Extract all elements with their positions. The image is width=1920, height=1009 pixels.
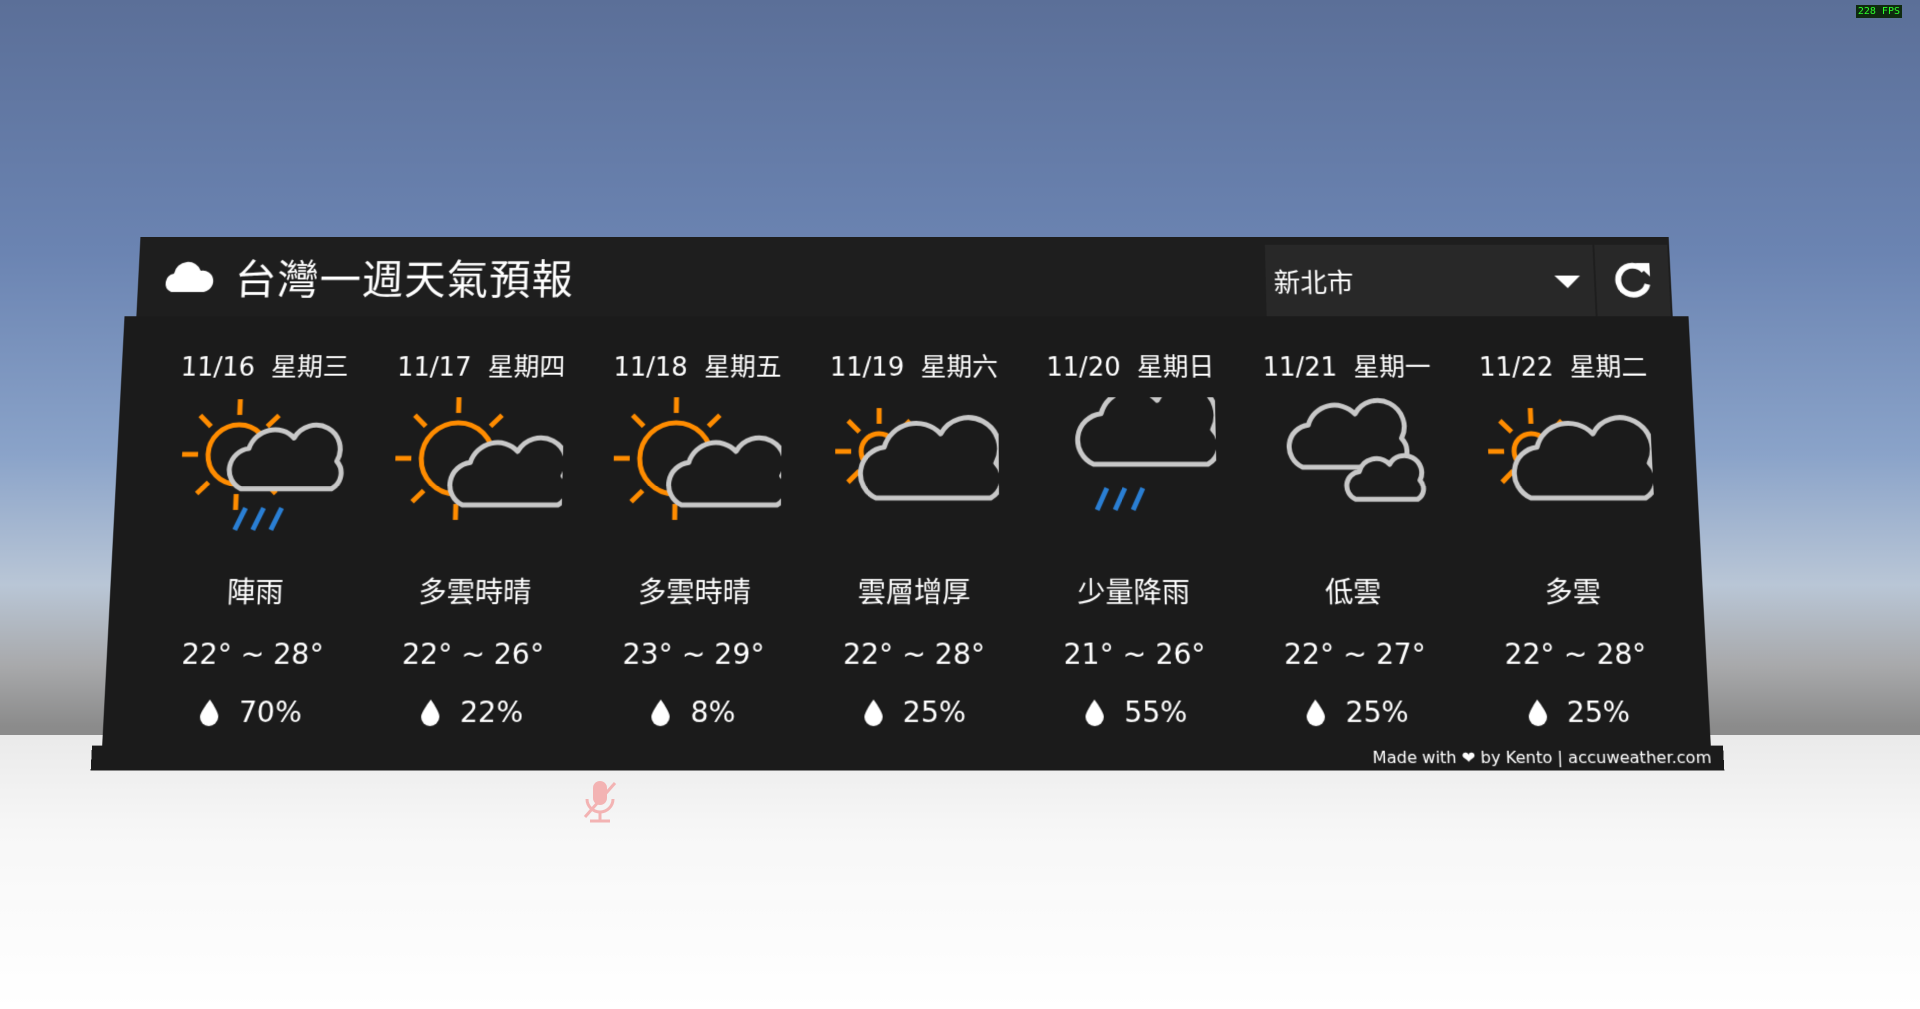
forecast-date: 11/22 星期二 bbox=[1478, 347, 1648, 383]
forecast-condition: 陣雨 bbox=[226, 571, 284, 611]
raindrop-icon bbox=[419, 698, 442, 727]
forecast-rain-chance: 70% bbox=[197, 695, 302, 729]
raindrop-icon bbox=[1083, 698, 1106, 727]
refresh-button[interactable] bbox=[1594, 245, 1670, 316]
rain-percent: 25% bbox=[903, 695, 966, 729]
rain-percent: 8% bbox=[690, 695, 735, 729]
cloudy-icon bbox=[1263, 397, 1438, 561]
rain-percent: 55% bbox=[1124, 695, 1188, 729]
forecast-day: 11/22 星期二 多雲 22° ~ 28° 25% bbox=[1453, 316, 1690, 745]
forecast-day: 11/16 星期三 陣雨 22° ~ 28° 70% bbox=[138, 316, 375, 745]
weather-widget: 台灣一週天氣預報 新北市 11/16 星期三 陣雨 22° ~ 28° 70% … bbox=[91, 237, 1725, 770]
partly-sunny-icon bbox=[609, 397, 781, 561]
forecast-condition: 多雲時晴 bbox=[638, 571, 751, 611]
rain-percent: 25% bbox=[1566, 695, 1631, 729]
forecast-condition: 多雲時晴 bbox=[418, 571, 532, 611]
fps-counter: 228 FPS bbox=[1856, 5, 1902, 18]
raindrop-icon bbox=[1305, 698, 1328, 727]
forecast-day: 11/17 星期四 多雲時晴 22° ~ 26° 22% bbox=[360, 316, 591, 745]
forecast-panel: 11/16 星期三 陣雨 22° ~ 28° 70% 11/17 星期四 多雲時… bbox=[102, 316, 1711, 745]
widget-header: 台灣一週天氣預報 新北市 bbox=[136, 237, 1672, 316]
mostly-cloudy-sun-icon bbox=[829, 397, 1000, 561]
mostly-cloudy-sun-icon bbox=[1480, 397, 1657, 561]
raindrop-icon bbox=[862, 698, 884, 727]
mic-muted-icon bbox=[580, 777, 620, 827]
forecast-day: 11/21 星期一 低雲 22° ~ 27° 25% bbox=[1237, 316, 1468, 745]
cloud-rain-icon bbox=[1046, 397, 1218, 561]
forecast-day: 11/18 星期五 多雲時晴 23° ~ 29° 8% bbox=[581, 316, 806, 745]
raindrop-icon bbox=[1526, 698, 1549, 727]
chevron-down-icon[interactable] bbox=[1554, 276, 1580, 289]
forecast-rain-chance: 55% bbox=[1083, 695, 1187, 729]
cloud-icon bbox=[157, 248, 219, 306]
forecast-day: 11/19 星期六 雲層增厚 22° ~ 28° 25% bbox=[803, 316, 1025, 745]
raindrop-icon bbox=[650, 698, 673, 727]
forecast-temperature: 22° ~ 28° bbox=[1504, 637, 1647, 670]
forecast-date: 11/16 星期三 bbox=[180, 347, 350, 383]
forecast-day: 11/20 星期日 少量降雨 21° ~ 26° 55% bbox=[1022, 316, 1247, 745]
forecast-rain-chance: 22% bbox=[419, 695, 524, 729]
rain-percent: 22% bbox=[460, 695, 524, 729]
credits-footer: Made with ❤ by Kento | accuweather.com bbox=[91, 746, 1725, 771]
forecast-rain-chance: 8% bbox=[650, 695, 736, 729]
rain-percent: 25% bbox=[1345, 695, 1409, 729]
forecast-temperature: 22° ~ 28° bbox=[843, 637, 985, 670]
forecast-date: 11/17 星期四 bbox=[397, 347, 566, 383]
raindrop-icon bbox=[198, 698, 222, 727]
forecast-date: 11/21 星期一 bbox=[1262, 347, 1431, 383]
rain-percent: 70% bbox=[238, 695, 302, 729]
forecast-temperature: 22° ~ 28° bbox=[181, 637, 324, 670]
refresh-icon bbox=[1610, 259, 1655, 302]
sun-cloud-rain-icon bbox=[171, 397, 348, 561]
ground-plane bbox=[0, 735, 1920, 1009]
forecast-rain-chance: 25% bbox=[862, 695, 966, 729]
forecast-rain-chance: 25% bbox=[1304, 695, 1409, 729]
city-select[interactable]: 新北市 bbox=[1265, 245, 1596, 316]
forecast-date: 11/20 星期日 bbox=[1046, 347, 1215, 383]
forecast-rain-chance: 25% bbox=[1526, 695, 1631, 729]
forecast-temperature: 22° ~ 26° bbox=[402, 637, 545, 670]
partly-sunny-icon bbox=[390, 397, 564, 561]
forecast-date: 11/19 星期六 bbox=[830, 347, 998, 383]
forecast-condition: 多雲 bbox=[1544, 571, 1602, 611]
forecast-condition: 低雲 bbox=[1324, 571, 1382, 611]
forecast-condition: 雲層增厚 bbox=[858, 571, 971, 611]
forecast-condition: 少量降雨 bbox=[1077, 571, 1190, 611]
forecast-date: 11/18 星期五 bbox=[613, 347, 781, 383]
forecast-temperature: 21° ~ 26° bbox=[1063, 637, 1205, 670]
city-select-value: 新北市 bbox=[1273, 262, 1354, 300]
forecast-temperature: 23° ~ 29° bbox=[622, 637, 764, 670]
forecast-temperature: 22° ~ 27° bbox=[1284, 637, 1427, 670]
page-title: 台灣一週天氣預報 bbox=[234, 247, 575, 306]
